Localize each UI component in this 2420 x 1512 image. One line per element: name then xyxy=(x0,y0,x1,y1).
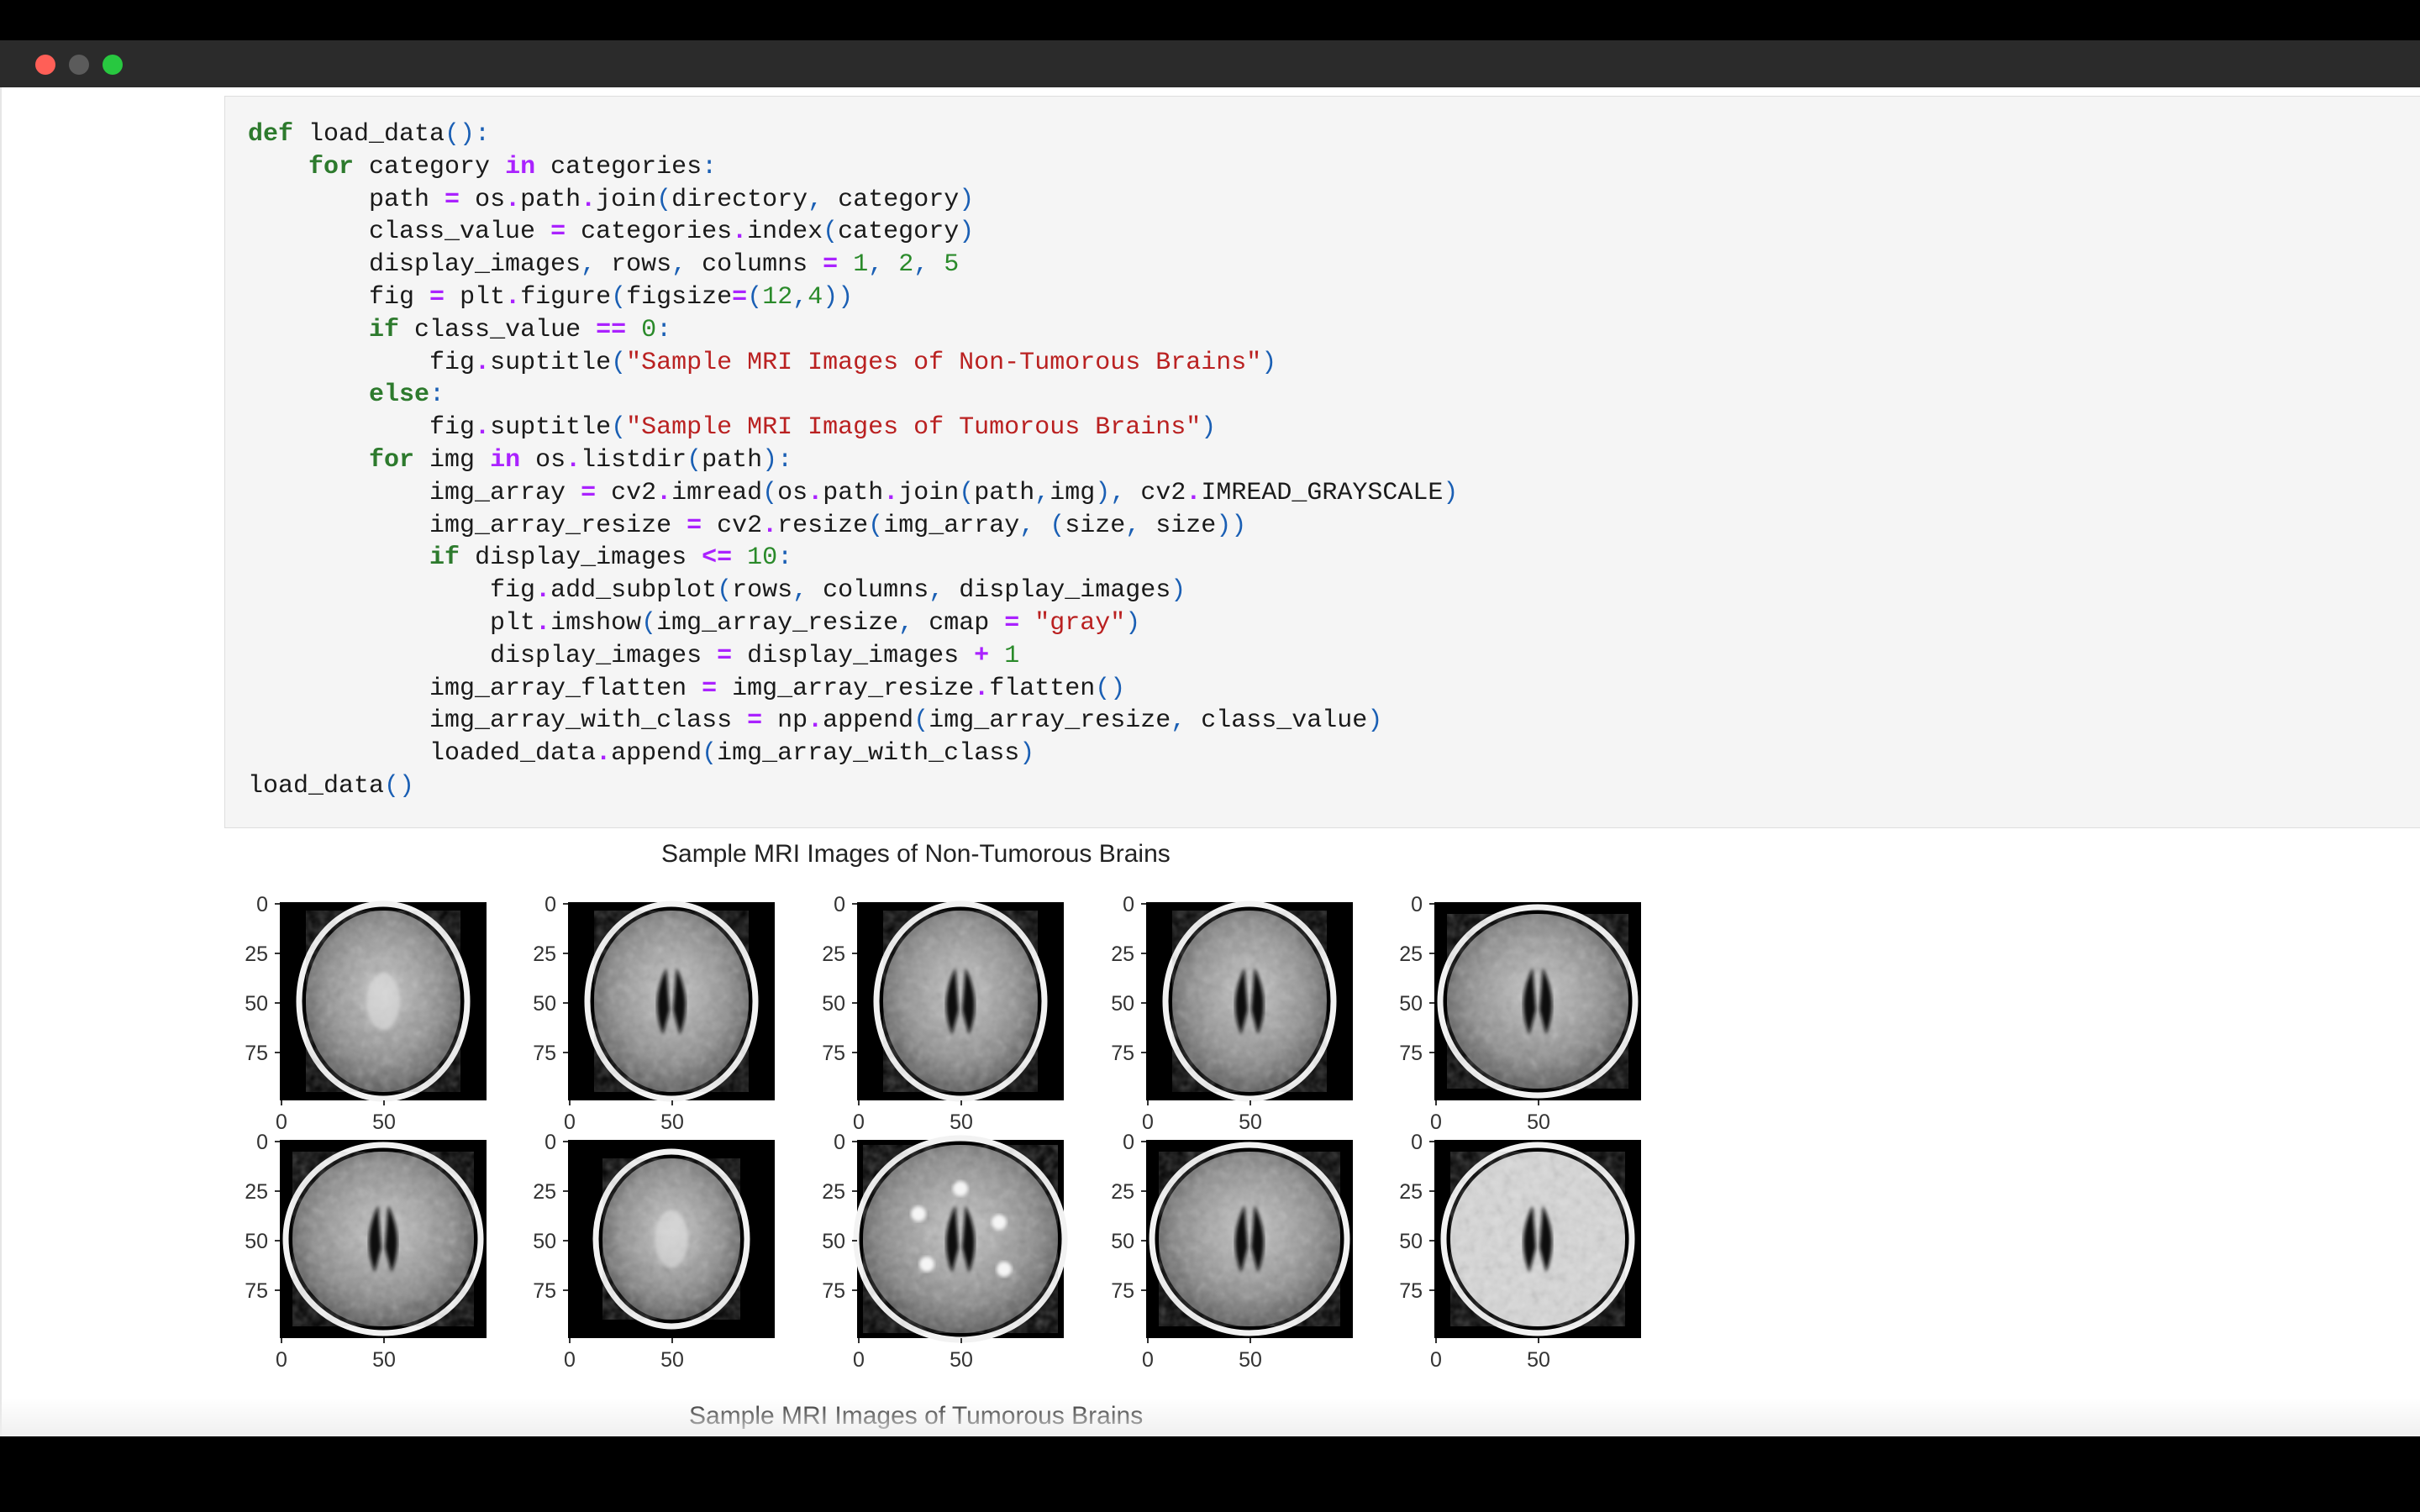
x-tick-label: 0 xyxy=(1430,1348,1442,1372)
y-tick-label: 25 xyxy=(1111,942,1134,966)
y-tick-label: 50 xyxy=(1111,992,1134,1016)
lesion-spot xyxy=(997,1262,1012,1277)
lesion-spot xyxy=(911,1206,926,1221)
brain-texture xyxy=(1172,911,1327,1092)
zoom-window-button[interactable] xyxy=(103,55,123,75)
figure-suptitle-tumorous: Sample MRI Images of Tumorous Brains xyxy=(689,1402,1144,1430)
brain-texture xyxy=(1447,914,1628,1089)
y-tick-label: 50 xyxy=(245,992,268,1016)
y-tick-label: 75 xyxy=(533,1042,556,1065)
y-tick-label: 25 xyxy=(245,942,268,966)
y-tick-label: 75 xyxy=(822,1279,845,1303)
subplot-10: 0 25 50 75 0 50 xyxy=(1399,1131,1641,1372)
x-tick-label: 50 xyxy=(1527,1110,1550,1134)
x-tick-label: 50 xyxy=(372,1110,396,1134)
subplot-7: 0 25 50 75 0 50 xyxy=(533,1131,775,1372)
x-tick-label: 0 xyxy=(853,1110,865,1134)
subplot-1: 0 25 50 75 0 50 xyxy=(245,893,487,1134)
y-tick-label: 25 xyxy=(822,1180,845,1204)
subplot-2: 0 25 50 75 0 50 xyxy=(533,893,775,1134)
subplot-9: 0 25 50 75 0 50 xyxy=(1111,1131,1353,1372)
brain-texture xyxy=(863,1145,1058,1333)
mri-subplots-figure: 0 25 50 75 0 50 0 25 50 75 0 50 0 25 50 75 0 50 0 25 50 75 0 50… xyxy=(245,893,1641,1372)
y-tick-label: 75 xyxy=(822,1042,845,1065)
subplot-8: 0 25 50 75 0 50 xyxy=(822,1131,1068,1372)
notebook-area: def load_data(): for category in categor… xyxy=(0,87,2420,1436)
y-tick-label: 25 xyxy=(1399,942,1423,966)
y-tick-label: 25 xyxy=(245,1180,268,1204)
y-tick-label: 50 xyxy=(1399,992,1423,1016)
x-tick-label: 0 xyxy=(1430,1110,1442,1134)
y-tick-label: 50 xyxy=(1399,1230,1423,1253)
y-tick-label: 75 xyxy=(1111,1279,1134,1303)
y-tick-label: 50 xyxy=(533,1230,556,1253)
y-tick-label: 0 xyxy=(256,1131,268,1154)
x-tick-label: 0 xyxy=(564,1348,576,1372)
y-tick-label: 0 xyxy=(1123,1131,1134,1154)
y-tick-label: 0 xyxy=(544,893,556,916)
subplot-5: 0 25 50 75 0 50 xyxy=(1399,893,1641,1134)
x-tick-label: 0 xyxy=(853,1348,865,1372)
y-tick-label: 0 xyxy=(1411,1131,1423,1154)
brain-texture xyxy=(1450,1152,1625,1326)
y-tick-label: 75 xyxy=(533,1279,556,1303)
y-tick-label: 50 xyxy=(1111,1230,1134,1253)
subplot-6: 0 25 50 75 0 50 xyxy=(245,1131,487,1372)
midline-structure xyxy=(366,973,400,1030)
x-tick-label: 0 xyxy=(1142,1348,1154,1372)
window-title-bar xyxy=(0,40,2420,87)
y-tick-label: 75 xyxy=(1111,1042,1134,1065)
lesion-spot xyxy=(992,1215,1007,1230)
y-tick-label: 50 xyxy=(822,992,845,1016)
x-tick-label: 0 xyxy=(276,1110,287,1134)
y-tick-label: 25 xyxy=(822,942,845,966)
y-tick-label: 75 xyxy=(245,1042,268,1065)
midline-structure xyxy=(655,1210,688,1268)
y-tick-label: 50 xyxy=(533,992,556,1016)
y-tick-label: 75 xyxy=(245,1279,268,1303)
y-tick-label: 25 xyxy=(533,1180,556,1204)
lesion-spot xyxy=(919,1257,934,1272)
y-tick-label: 50 xyxy=(245,1230,268,1253)
close-window-button[interactable] xyxy=(35,55,55,75)
x-tick-label: 50 xyxy=(1527,1348,1550,1372)
x-tick-label: 50 xyxy=(660,1348,684,1372)
y-tick-label: 0 xyxy=(834,1131,845,1154)
minimize-window-button[interactable] xyxy=(69,55,89,75)
y-tick-label: 75 xyxy=(1399,1279,1423,1303)
y-tick-label: 25 xyxy=(1111,1180,1134,1204)
brain-texture xyxy=(883,911,1038,1092)
y-tick-label: 0 xyxy=(256,893,268,916)
brain-texture xyxy=(292,1152,474,1326)
x-tick-label: 50 xyxy=(950,1348,973,1372)
y-tick-label: 25 xyxy=(1399,1180,1423,1204)
y-tick-label: 0 xyxy=(834,893,845,916)
x-tick-label: 0 xyxy=(276,1348,287,1372)
y-tick-label: 75 xyxy=(1399,1042,1423,1065)
y-tick-label: 0 xyxy=(544,1131,556,1154)
brain-texture xyxy=(1159,1152,1340,1326)
x-tick-label: 50 xyxy=(950,1110,973,1134)
y-tick-label: 0 xyxy=(1123,893,1134,916)
brain-texture xyxy=(594,911,749,1092)
lesion-spot xyxy=(953,1181,968,1196)
x-tick-label: 50 xyxy=(1239,1110,1262,1134)
y-tick-label: 50 xyxy=(822,1230,845,1253)
subplot-4: 0 25 50 75 0 50 xyxy=(1111,893,1353,1134)
x-tick-label: 50 xyxy=(1239,1348,1262,1372)
x-tick-label: 0 xyxy=(1142,1110,1154,1134)
x-tick-label: 0 xyxy=(564,1110,576,1134)
y-tick-label: 0 xyxy=(1411,893,1423,916)
subplot-3: 0 25 50 75 0 50 xyxy=(822,893,1064,1134)
y-tick-label: 25 xyxy=(533,942,556,966)
x-tick-label: 50 xyxy=(660,1110,684,1134)
x-tick-label: 50 xyxy=(372,1348,396,1372)
